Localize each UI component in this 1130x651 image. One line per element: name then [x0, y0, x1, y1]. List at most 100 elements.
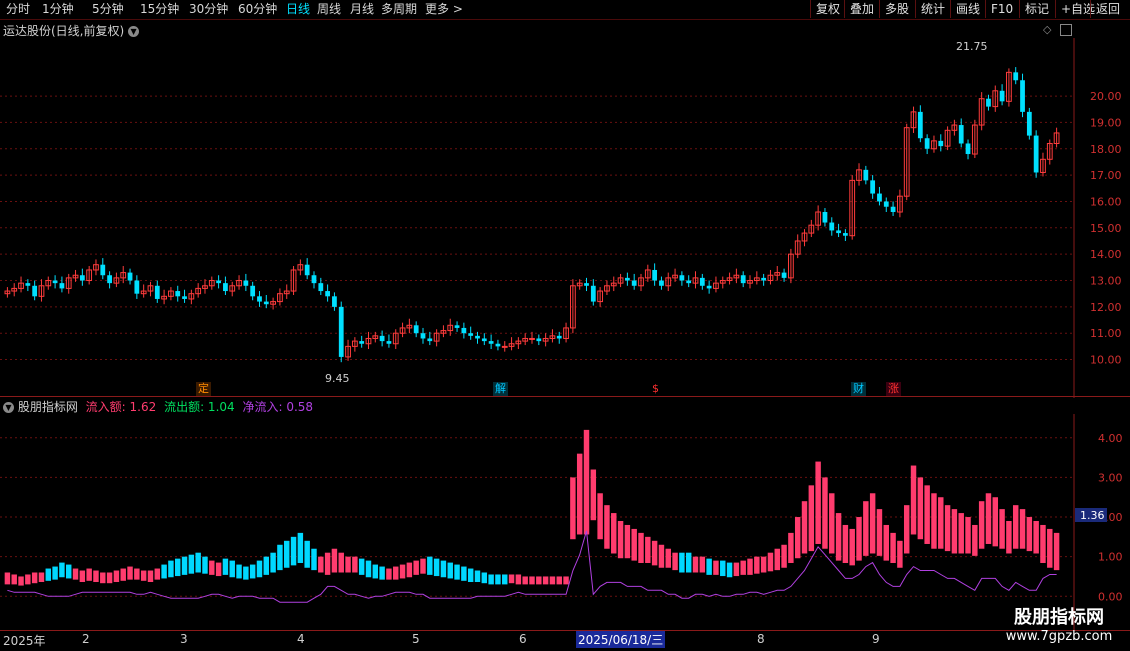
flow-bar [433, 558, 440, 577]
candle-body [699, 277, 705, 286]
flow-bar [399, 564, 406, 579]
price-tick-label: 11.00 [1090, 327, 1122, 340]
tab-5min[interactable]: 5分钟 [92, 2, 124, 17]
x-label-mar: 3 [180, 632, 188, 646]
price-tick-label: 17.00 [1090, 169, 1122, 182]
flow-bar [372, 564, 379, 579]
flow-bar [263, 556, 270, 575]
diamond-icon[interactable]: ◇ [1043, 23, 1051, 36]
flow-bar [181, 556, 188, 575]
flow-bar [788, 532, 794, 563]
indicator-tick-label: 3.00 [1098, 471, 1123, 484]
flow-bar [536, 576, 542, 585]
flow-bar [1012, 505, 1019, 549]
candlestick-chart[interactable]: 20.00 19.00 18.00 17.00 16.00 15.00 14.00 13.00… [0, 38, 1130, 398]
tab-30min[interactable]: 30分钟 [189, 2, 228, 17]
flow-bar [754, 556, 760, 574]
back-button[interactable]: 返回 [1090, 0, 1125, 18]
tab-weekly[interactable]: 周线 [317, 2, 341, 17]
price-tick-label: 10.00 [1090, 354, 1122, 367]
x-label-aug: 8 [757, 632, 765, 646]
candle-body [52, 280, 58, 284]
candle-body [863, 169, 869, 181]
flow-bar [549, 576, 556, 585]
candle-body [468, 333, 474, 336]
chevron-down-icon[interactable]: ▼ [128, 26, 140, 37]
flow-bar [1040, 524, 1046, 563]
tab-fenshi[interactable]: 分时 [6, 2, 30, 17]
flow-bar [822, 477, 828, 549]
tab-monthly[interactable]: 月线 [350, 2, 374, 17]
flow-bar [958, 513, 964, 554]
overlay-button[interactable]: 叠加 [844, 0, 879, 18]
flow-bar [229, 560, 235, 578]
main-chart-header: 运达股份(日线,前复权) ▼ [3, 22, 140, 39]
event-tag-ding[interactable]: 定 [196, 382, 211, 396]
flow-bar [175, 558, 181, 577]
tab-15min[interactable]: 15分钟 [140, 2, 179, 17]
event-tag-jie[interactable]: 解 [493, 382, 508, 396]
flow-bar [222, 558, 229, 575]
tab-60min[interactable]: 60分钟 [238, 2, 277, 17]
flow-bar [570, 477, 576, 540]
flow-bar [679, 552, 685, 573]
flow-bar [924, 485, 930, 544]
candle-body [481, 338, 487, 342]
flow-bar [297, 532, 304, 563]
candle-body [958, 125, 964, 144]
flow-bar [100, 572, 106, 584]
panel-toggle-icon[interactable] [1060, 24, 1072, 36]
flow-bar [461, 566, 467, 581]
watermark-title: 股朋指标网 [1014, 607, 1104, 628]
candle-body [686, 280, 692, 284]
flow-bar [931, 493, 937, 549]
flow-bar [801, 501, 808, 554]
candle-body [890, 206, 896, 212]
stats-button[interactable]: 统计 [915, 0, 950, 18]
candle-body [325, 291, 330, 297]
period-toolbar: 分时 1分钟 5分钟 15分钟 30分钟 60分钟 日线 周线 月线 多周期 更… [0, 0, 1130, 20]
tab-multi-period[interactable]: 多周期 [381, 2, 417, 17]
draw-line-button[interactable]: 画线 [950, 0, 985, 18]
event-tag-zhang[interactable]: 涨 [886, 382, 901, 396]
flow-bar [685, 552, 692, 573]
tab-1min[interactable]: 1分钟 [42, 2, 74, 17]
flow-bar [747, 558, 753, 575]
indicator-name[interactable]: 股朋指标网 [18, 400, 78, 414]
price-axis: 20.00 19.00 18.00 17.00 16.00 15.00 14.00 13.00… [1090, 90, 1122, 366]
candle-body [100, 264, 106, 276]
tab-more[interactable]: 更多 > [425, 2, 463, 17]
flow-bar [324, 552, 331, 575]
candle-body [495, 343, 501, 347]
flow-bar [249, 564, 256, 579]
flow-bar [897, 540, 903, 568]
x-label-feb: 2 [82, 632, 90, 646]
max-price-label: 21.75 [956, 40, 988, 53]
multi-stock-button[interactable]: 多股 [879, 0, 914, 18]
x-label-sep: 9 [872, 632, 880, 646]
event-tag-dollar[interactable]: $ [650, 382, 661, 396]
flow-bar [393, 566, 399, 580]
flow-bar [944, 505, 951, 552]
flow-bar [304, 540, 310, 568]
flow-bar [481, 572, 488, 584]
candle-body [461, 327, 467, 334]
tab-daily[interactable]: 日线 [286, 2, 310, 17]
candle-body [379, 335, 385, 342]
flow-bar [454, 564, 460, 580]
event-tag-cai[interactable]: 财 [851, 382, 866, 396]
mark-button[interactable]: 标记 [1019, 0, 1054, 18]
money-flow-indicator-chart[interactable]: 4.003.002.001.000.00 1.36 [0, 414, 1130, 630]
flow-bar [311, 548, 317, 571]
chevron-down-icon[interactable]: ▼ [3, 402, 14, 413]
current-value: 1.36 [1080, 509, 1105, 522]
cursor-date: 2025/06/18/三 [576, 631, 666, 648]
adjust-button[interactable]: 复权 [810, 0, 845, 18]
candle-body [999, 90, 1005, 102]
candle-body [965, 143, 971, 155]
price-grid [0, 95, 1074, 361]
f10-button[interactable]: F10 [985, 0, 1018, 18]
flow-bar [617, 521, 624, 559]
flow-bar [72, 568, 79, 580]
inflow-label: 流入额: 1.62 [85, 400, 157, 414]
